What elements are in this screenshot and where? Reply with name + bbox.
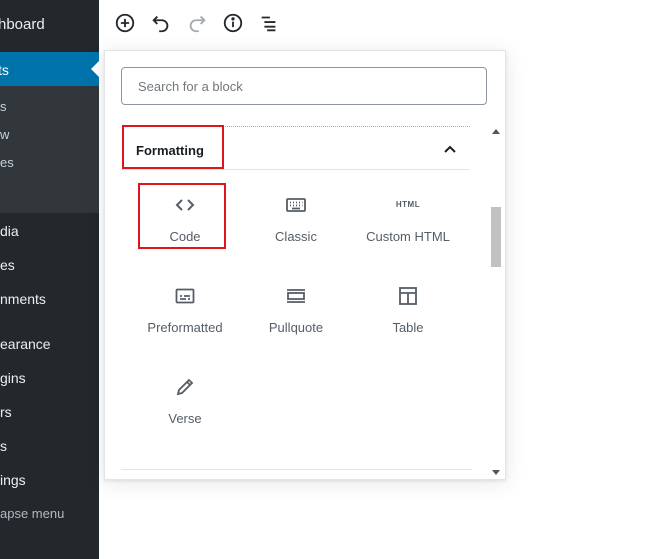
block-label: Verse: [168, 411, 202, 426]
verse-icon: [176, 378, 194, 396]
sidebar-item-pages[interactable]: es: [0, 256, 15, 274]
sidebar-collapse-menu[interactable]: apse menu: [0, 506, 64, 522]
block-search-input[interactable]: [121, 67, 487, 105]
sidebar-item-plugins[interactable]: gins: [0, 369, 26, 387]
add-block-icon[interactable]: [114, 12, 136, 34]
table-icon: [399, 287, 417, 305]
sidebar-item-appearance[interactable]: earance: [0, 335, 51, 353]
keyboard-icon: [286, 198, 306, 212]
block-verse[interactable]: Verse: [137, 375, 233, 426]
sidebar-item-comments[interactable]: nments: [0, 290, 46, 308]
outline-icon[interactable]: [258, 12, 280, 34]
sidebar-item-users[interactable]: rs: [0, 403, 12, 421]
block-custom-html[interactable]: HTML Custom HTML: [360, 193, 456, 244]
sidebar-subitem-all[interactable]: s: [0, 99, 7, 115]
panel-divider: [121, 469, 472, 470]
sidebar-active-arrow: [91, 61, 99, 77]
highlight-code-block: [138, 183, 226, 249]
scroll-up-icon[interactable]: [492, 129, 500, 134]
block-table[interactable]: Table: [360, 284, 456, 335]
block-label: Pullquote: [268, 320, 324, 335]
scrollbar-thumb[interactable]: [491, 207, 501, 267]
sidebar-item-tools[interactable]: s: [0, 437, 7, 455]
sidebar-subitem-new[interactable]: w: [0, 127, 9, 143]
admin-sidebar: hboard ts s w es dia es nments earance g…: [0, 0, 99, 559]
sidebar-submenu: [0, 86, 99, 213]
undo-icon[interactable]: [150, 12, 172, 34]
block-label: Custom HTML: [366, 229, 450, 244]
preformatted-icon: [175, 288, 195, 304]
block-pullquote[interactable]: Pullquote: [248, 284, 344, 335]
block-preformatted[interactable]: Preformatted: [137, 284, 233, 335]
sidebar-item-posts[interactable]: ts: [0, 61, 9, 79]
block-inserter-popover: Formatting Code Classic HTML Custom HTML…: [104, 50, 506, 480]
pullquote-icon: [287, 289, 305, 303]
sidebar-subitem-categories[interactable]: es: [0, 155, 14, 171]
sidebar-active-bg: [0, 52, 99, 86]
block-label: Classic: [275, 229, 317, 244]
sidebar-item-settings[interactable]: ings: [0, 471, 26, 489]
block-label: Preformatted: [147, 320, 223, 335]
block-classic[interactable]: Classic: [248, 193, 344, 244]
html-icon: HTML: [395, 200, 421, 209]
sidebar-item-media[interactable]: dia: [0, 222, 19, 240]
info-icon[interactable]: [222, 12, 244, 34]
chevron-up-icon: [444, 145, 456, 153]
redo-icon[interactable]: [186, 12, 208, 34]
block-label: Table: [392, 320, 424, 335]
highlight-formatting: [122, 125, 224, 169]
inserter-scrollbar[interactable]: [489, 127, 503, 477]
scroll-down-icon[interactable]: [492, 470, 500, 475]
sidebar-item-dashboard[interactable]: hboard: [0, 16, 45, 34]
